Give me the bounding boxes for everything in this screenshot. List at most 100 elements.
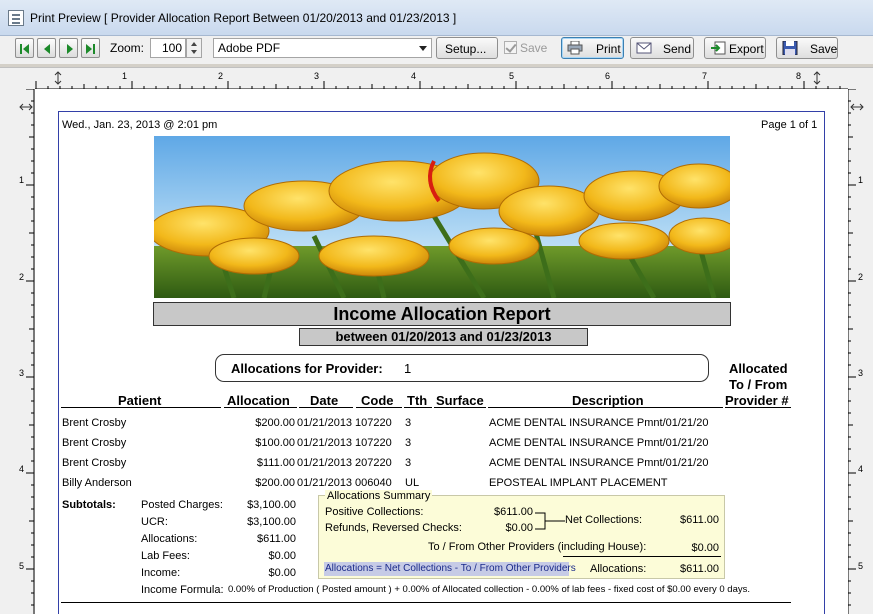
col-description: Description bbox=[572, 393, 644, 408]
col-tth: Tth bbox=[407, 393, 428, 408]
ruler-number: 5 bbox=[19, 561, 25, 571]
ruler-number: 2 bbox=[858, 272, 864, 282]
row-code: 107220 bbox=[355, 417, 392, 429]
send-button-label: Send bbox=[663, 42, 692, 56]
row-date: 01/21/2013 bbox=[297, 477, 353, 489]
zoom-input[interactable]: 100 bbox=[150, 38, 186, 58]
row-patient: Brent Crosby bbox=[62, 437, 127, 449]
col-surface: Surface bbox=[436, 393, 484, 408]
report-page[interactable]: Wed., Jan. 23, 2013 @ 2:01 pm Page 1 of … bbox=[35, 89, 848, 614]
print-preview-icon bbox=[8, 10, 24, 26]
vertical-ruler-ticks bbox=[19, 89, 35, 614]
ruler-number: 2 bbox=[19, 272, 25, 282]
floppy-disk-icon bbox=[782, 41, 798, 55]
provider-label: Allocations for Provider: bbox=[231, 361, 383, 376]
first-page-button[interactable] bbox=[15, 38, 34, 58]
other-providers-label: To / From Other Providers (including Hou… bbox=[428, 541, 647, 553]
lab-fees-label: Lab Fees: bbox=[141, 550, 190, 562]
print-button[interactable]: Print bbox=[561, 37, 624, 59]
first-page-icon bbox=[23, 44, 29, 54]
row-date: 01/21/2013 bbox=[297, 437, 353, 449]
horizontal-ruler: 1 2 3 4 5 6 7 8 bbox=[0, 67, 873, 90]
positive-collections-value: $611.00 bbox=[494, 506, 533, 518]
col-allocated-line1: Allocated bbox=[729, 361, 788, 376]
allocations-formula: Allocations = Net Collections - To / Fro… bbox=[324, 562, 576, 576]
printer-select[interactable]: Adobe PDF bbox=[213, 38, 432, 58]
row-allocation: $200.00 bbox=[255, 477, 295, 489]
toolbar: Zoom: 100 Adobe PDF Setup... Save Print … bbox=[0, 36, 873, 64]
report-footer-rule bbox=[61, 602, 791, 603]
export-icon bbox=[711, 41, 726, 55]
income-value: $0.00 bbox=[268, 567, 296, 579]
allocations-value: $611.00 bbox=[257, 533, 296, 545]
row-tth: UL bbox=[405, 477, 420, 489]
envelope-icon bbox=[636, 42, 652, 54]
net-collections-label: Net Collections: bbox=[565, 514, 643, 526]
row-tth: 3 bbox=[405, 437, 412, 449]
refunds-value: $0.00 bbox=[505, 522, 533, 534]
subtotals-label: Subtotals: bbox=[62, 499, 116, 511]
other-providers-value: $0.00 bbox=[691, 542, 719, 554]
save-checkbox[interactable] bbox=[504, 41, 517, 54]
previous-page-icon bbox=[44, 44, 50, 54]
provider-box: Allocations for Provider: 1 bbox=[215, 354, 709, 382]
row-date: 01/21/2013 bbox=[297, 417, 353, 429]
ruler-number: 5 bbox=[509, 71, 515, 81]
ruler-number: 4 bbox=[19, 464, 25, 474]
row-allocation: $100.00 bbox=[255, 437, 295, 449]
window-title: Print Preview [ Provider Allocation Repo… bbox=[30, 11, 457, 25]
ruler-number: 7 bbox=[702, 71, 708, 81]
posted-charges-label: Posted Charges: bbox=[141, 499, 223, 511]
vertical-ruler-right: 1 2 3 4 5 bbox=[848, 89, 873, 614]
row-tth: 3 bbox=[405, 457, 412, 469]
print-button-label: Print bbox=[596, 42, 621, 56]
tulip-banner-image bbox=[154, 136, 730, 298]
row-patient: Brent Crosby bbox=[62, 457, 127, 469]
summary-allocations-value: $611.00 bbox=[680, 563, 719, 575]
ruler-number: 3 bbox=[19, 368, 25, 378]
previous-page-button[interactable] bbox=[37, 38, 56, 58]
ucr-label: UCR: bbox=[141, 516, 168, 528]
ruler-number: 3 bbox=[314, 71, 320, 81]
row-description: ACME DENTAL INSURANCE Pmnt/01/21/20 bbox=[489, 457, 709, 469]
next-page-button[interactable] bbox=[59, 38, 78, 58]
horizontal-ruler-ticks bbox=[35, 71, 848, 90]
last-page-button[interactable] bbox=[81, 38, 100, 58]
ruler-number: 4 bbox=[858, 464, 864, 474]
row-description: ACME DENTAL INSURANCE Pmnt/01/21/20 bbox=[489, 437, 709, 449]
save-button[interactable]: Save bbox=[776, 37, 838, 59]
setup-button-label: Setup... bbox=[445, 42, 487, 56]
col-allocated-line3: Provider # bbox=[725, 393, 789, 408]
page-info: Page 1 of 1 bbox=[761, 119, 818, 131]
printer-select-value: Adobe PDF bbox=[218, 41, 281, 55]
zoom-label: Zoom: bbox=[110, 41, 145, 55]
chevron-down-icon bbox=[415, 39, 431, 57]
ruler-number: 6 bbox=[605, 71, 611, 81]
save-button-label: Save bbox=[810, 42, 838, 56]
row-date: 01/21/2013 bbox=[297, 457, 353, 469]
ruler-number: 1 bbox=[19, 175, 25, 185]
vertical-ruler-right-ticks bbox=[848, 89, 864, 614]
ruler-number: 1 bbox=[858, 175, 864, 185]
ruler-number: 3 bbox=[858, 368, 864, 378]
save-checkbox-label: Save bbox=[520, 41, 548, 55]
setup-button[interactable]: Setup... bbox=[436, 37, 498, 59]
row-patient: Billy Anderson bbox=[62, 477, 132, 489]
row-description: EPOSTEAL IMPLANT PLACEMENT bbox=[489, 477, 668, 489]
send-button[interactable]: Send bbox=[630, 37, 694, 59]
allocations-summary-title: Allocations Summary bbox=[325, 490, 433, 502]
lab-fees-value: $0.00 bbox=[268, 550, 296, 562]
ruler-number: 1 bbox=[122, 71, 128, 81]
net-collections-value: $611.00 bbox=[680, 514, 719, 526]
posted-charges-value: $3,100.00 bbox=[247, 499, 296, 511]
col-allocated-line2: To / From bbox=[729, 377, 788, 392]
row-allocation: $200.00 bbox=[255, 417, 295, 429]
row-allocation: $111.00 bbox=[256, 457, 295, 469]
zoom-spinner[interactable] bbox=[186, 38, 202, 58]
col-allocation: Allocation bbox=[227, 393, 290, 408]
export-button-label: Export bbox=[729, 42, 764, 56]
row-code: 207220 bbox=[355, 457, 392, 469]
provider-value: 1 bbox=[404, 361, 412, 376]
export-button[interactable]: Export bbox=[704, 37, 766, 59]
row-code: 006040 bbox=[355, 477, 392, 489]
